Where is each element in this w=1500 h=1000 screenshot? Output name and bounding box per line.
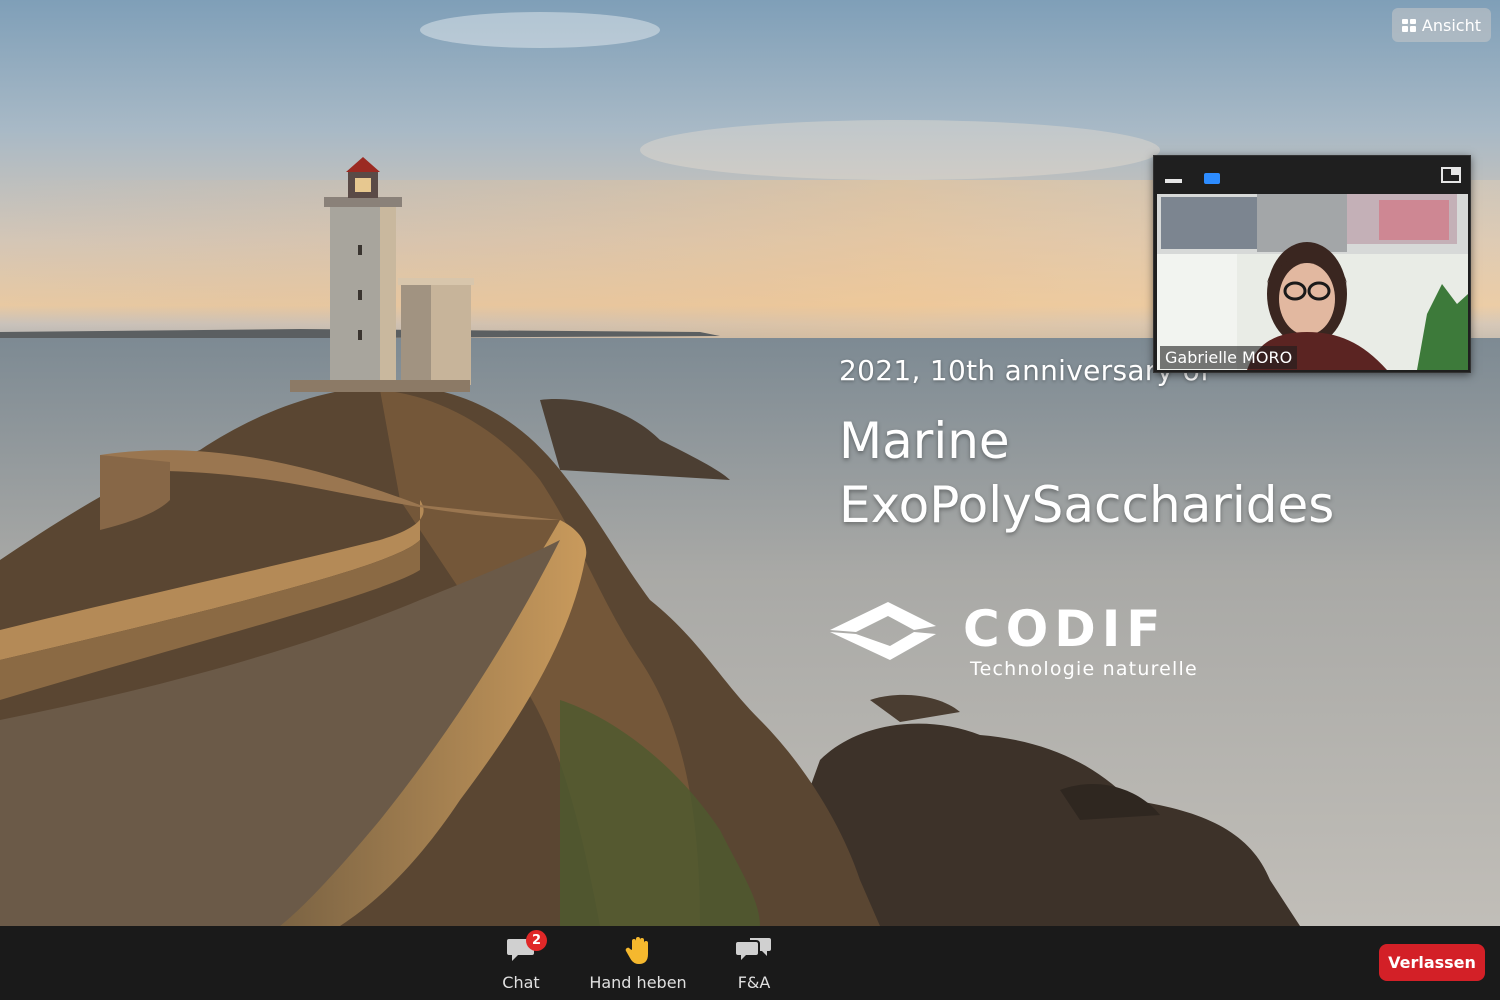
participant-video-window[interactable]: Gabrielle MORO	[1153, 155, 1471, 373]
video-window-header[interactable]	[1154, 156, 1470, 194]
codif-logo-tagline: Technologie naturelle	[970, 658, 1198, 680]
raised-hand-icon	[625, 937, 648, 964]
chat-unread-badge: 2	[526, 930, 547, 951]
qa-bubbles-icon	[736, 938, 771, 960]
raise-hand-label: Hand heben	[589, 973, 687, 992]
shared-screen: 2021, 10th anniversary of Marine ExoPoly…	[0, 0, 1500, 926]
popout-window-icon[interactable]	[1441, 167, 1461, 183]
view-button[interactable]: Ansicht	[1391, 8, 1491, 42]
slide-title-line-2: ExoPolySaccharides	[839, 476, 1335, 534]
qa-button[interactable]: F&A	[725, 926, 783, 1000]
leave-button[interactable]: Verlassen	[1379, 944, 1485, 981]
participant-video-feed: Gabrielle MORO	[1157, 194, 1468, 370]
qa-button-label: F&A	[737, 973, 771, 992]
chat-button-label: Chat	[502, 973, 540, 992]
minimize-icon[interactable]	[1165, 179, 1182, 183]
chat-button[interactable]: 2 Chat	[490, 926, 552, 1000]
slide-background-photo	[0, 12, 1500, 926]
meeting-toolbar: 2 Chat Hand heben F&A Verlassen	[0, 926, 1500, 1000]
grid-view-icon	[1401, 18, 1416, 32]
slide-title-line-1: Marine	[839, 412, 1010, 470]
webcam-image	[1157, 194, 1468, 370]
view-button-label: Ansicht	[1421, 15, 1481, 35]
raise-hand-button[interactable]: Hand heben	[585, 926, 691, 1000]
participant-name-label: Gabrielle MORO	[1160, 346, 1298, 369]
camera-indicator-icon	[1204, 173, 1220, 184]
codif-logo-wordmark: CODIF	[963, 600, 1167, 658]
